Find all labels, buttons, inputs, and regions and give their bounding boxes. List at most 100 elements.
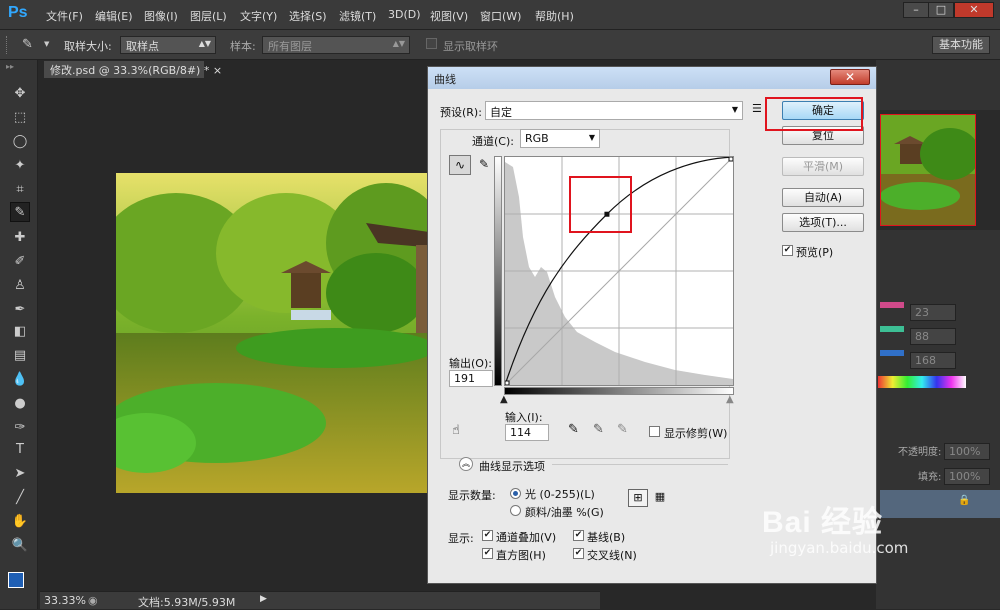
show-amount-label: 显示数量: — [448, 489, 496, 502]
workspace-button[interactable]: 基本功能 — [932, 36, 990, 54]
black-eyedropper-icon[interactable]: ✎ — [568, 422, 579, 437]
fill-value[interactable]: 100% — [944, 468, 990, 485]
g-slider[interactable] — [880, 326, 904, 332]
white-eyedropper-icon[interactable]: ✎ — [617, 422, 628, 437]
crop-tool-icon[interactable]: ⌗ — [10, 180, 30, 200]
sample-label: 样本: — [230, 40, 256, 53]
channel-select[interactable]: RGB ▼ — [520, 129, 600, 148]
marquee-tool-icon[interactable]: ⬚ — [10, 108, 30, 128]
brush-tool-icon[interactable]: ✐ — [10, 252, 30, 272]
histogram-checkbox[interactable]: ✔ — [482, 548, 493, 559]
show-ring-checkbox[interactable] — [426, 38, 437, 49]
output-field[interactable]: 191 — [449, 370, 493, 387]
r-value[interactable]: 23 — [910, 304, 956, 321]
b-slider[interactable] — [880, 350, 904, 356]
path-select-icon[interactable]: ➤ — [10, 464, 30, 484]
preview-label: 预览(P) — [796, 246, 834, 259]
line-tool-icon[interactable]: ╱ — [10, 488, 30, 508]
pigment-radio[interactable] — [510, 505, 521, 516]
navigator-view-box[interactable] — [880, 114, 976, 226]
play-icon[interactable]: ▶ — [260, 594, 267, 604]
color-ramp[interactable] — [878, 376, 966, 388]
sample-select[interactable]: 所有图层 ▲▼ — [262, 36, 410, 54]
curve-options-label: 曲线显示选项 — [479, 460, 545, 473]
dialog-titlebar[interactable]: 曲线 — [428, 67, 876, 89]
history-brush-icon[interactable]: ✒ — [10, 300, 30, 320]
divider — [552, 464, 728, 465]
curve-endpoint[interactable] — [504, 380, 510, 386]
document-tab[interactable]: 修改.psd @ 33.3%(RGB/8#) * × — [44, 61, 222, 78]
white-point-slider[interactable]: ▲ — [726, 394, 734, 405]
auto-button[interactable]: 自动(A) — [782, 188, 864, 207]
simple-grid-icon[interactable]: ⊞ — [628, 489, 648, 507]
move-tool-icon[interactable]: ✥ — [10, 84, 30, 104]
menu-edit[interactable]: 编辑(E) — [95, 8, 133, 24]
blur-tool-icon[interactable]: 💧 — [10, 370, 30, 390]
eyedropper-icon[interactable]: ✎ — [22, 37, 33, 52]
dialog-title: 曲线 — [434, 73, 456, 86]
detailed-grid-icon[interactable]: ▦ — [652, 489, 668, 507]
magic-wand-icon[interactable]: ✦ — [10, 156, 30, 176]
watermark-brand: Bai 经验 — [762, 506, 884, 539]
dodge-tool-icon[interactable]: ● — [10, 394, 30, 414]
input-field[interactable]: 114 — [505, 424, 549, 441]
menu-3d[interactable]: 3D(D) — [388, 8, 421, 21]
menu-help[interactable]: 帮助(H) — [535, 8, 574, 24]
pencil-tool-icon[interactable]: ✎ — [474, 155, 494, 175]
show-clipping-label: 显示修剪(W) — [664, 427, 728, 440]
intersection-checkbox[interactable]: ✔ — [573, 548, 584, 559]
type-tool-icon[interactable]: T — [10, 440, 30, 460]
stamp-tool-icon[interactable]: ♙ — [10, 276, 30, 296]
foreground-color-swatch[interactable] — [8, 572, 24, 588]
menu-layer[interactable]: 图层(L) — [190, 8, 227, 24]
baseline-checkbox[interactable]: ✔ — [573, 530, 584, 541]
light-radio[interactable] — [510, 488, 521, 499]
show-clipping-checkbox[interactable] — [649, 426, 660, 437]
zoom-level[interactable]: 33.33% — [44, 594, 86, 607]
smooth-button[interactable]: 平滑(M) — [782, 157, 864, 176]
preview-checkbox[interactable]: ✔ — [782, 245, 793, 256]
chevron-down-icon: ▼ — [588, 133, 595, 142]
menu-view[interactable]: 视图(V) — [430, 8, 468, 24]
lasso-tool-icon[interactable]: ◯ — [10, 132, 30, 152]
pen-tool-icon[interactable]: ✑ — [10, 418, 30, 438]
b-value[interactable]: 168 — [910, 352, 956, 369]
options-button[interactable]: 选项(T)... — [782, 213, 864, 232]
g-value[interactable]: 88 — [910, 328, 956, 345]
menu-image[interactable]: 图像(I) — [144, 8, 178, 24]
status-icon[interactable]: ◉ — [88, 594, 98, 607]
zoom-tool-icon[interactable]: 🔍 — [10, 536, 30, 556]
input-gradient-bar — [504, 387, 734, 395]
menu-window[interactable]: 窗口(W) — [480, 8, 521, 24]
channel-overlays-checkbox[interactable]: ✔ — [482, 530, 493, 541]
dialog-close-button[interactable]: ✕ — [830, 69, 870, 85]
preset-options-icon[interactable]: ☰ — [752, 102, 762, 115]
opacity-value[interactable]: 100% — [944, 443, 990, 460]
gray-eyedropper-icon[interactable]: ✎ — [593, 422, 604, 437]
minimize-button[interactable]: – — [903, 2, 929, 18]
black-point-slider[interactable]: ▲ — [500, 394, 508, 405]
sample-size-select[interactable]: 取样点 ▲▼ — [120, 36, 216, 54]
expand-options-icon[interactable]: ︽ — [459, 457, 473, 471]
eyedropper-tool-icon[interactable]: ✎ — [10, 202, 30, 222]
hand-tool-icon[interactable]: ✋ — [10, 512, 30, 532]
menu-file[interactable]: 文件(F) — [46, 8, 83, 24]
curve-point-tool-icon[interactable]: ∿ — [449, 155, 471, 175]
close-icon[interactable]: × — [213, 64, 222, 77]
curve-endpoint[interactable] — [728, 156, 734, 162]
collapse-icon[interactable]: ▸▸ — [6, 62, 14, 71]
output-label: 输出(O): — [449, 357, 492, 370]
menu-type[interactable]: 文字(Y) — [240, 8, 277, 24]
chevron-down-icon[interactable]: ▼ — [44, 40, 49, 48]
preset-select[interactable]: 自定 ▼ — [485, 101, 743, 120]
menu-select[interactable]: 选择(S) — [289, 8, 327, 24]
sample-value: 所有图层 — [268, 40, 312, 53]
window-close-button[interactable]: ✕ — [954, 2, 994, 18]
r-slider[interactable] — [880, 302, 904, 308]
eraser-tool-icon[interactable]: ◧ — [10, 322, 30, 342]
on-image-adjust-icon[interactable]: ☝ — [452, 423, 460, 438]
healing-brush-icon[interactable]: ✚ — [10, 228, 30, 248]
maximize-button[interactable]: □ — [928, 2, 954, 18]
gradient-tool-icon[interactable]: ▤ — [10, 346, 30, 366]
menu-filter[interactable]: 滤镜(T) — [339, 8, 376, 24]
